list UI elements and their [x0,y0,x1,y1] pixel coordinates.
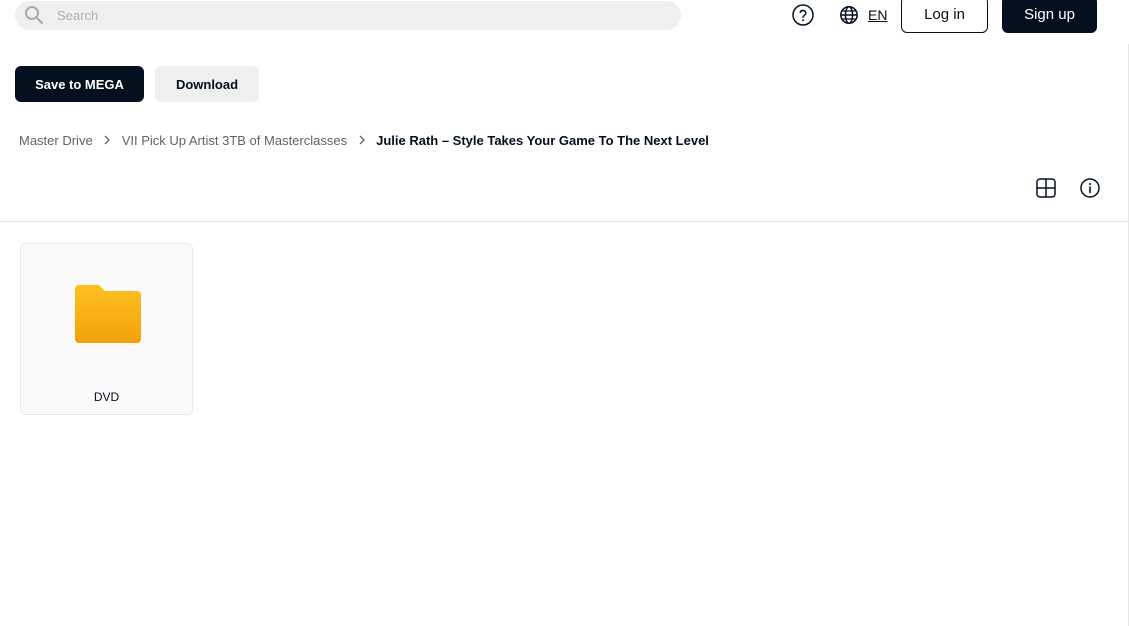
chevron-right-icon [347,135,376,145]
search-bar[interactable] [15,1,681,30]
save-to-mega-button[interactable]: Save to MEGA [15,66,144,102]
breadcrumb: Master Drive VII Pick Up Artist 3TB of M… [19,131,709,149]
chevron-right-icon [93,135,122,145]
breadcrumb-item-master-drive[interactable]: Master Drive [19,133,93,148]
login-button[interactable]: Log in [901,0,988,33]
breadcrumb-item-parent-folder[interactable]: VII Pick Up Artist 3TB of Masterclasses [122,133,347,148]
search-icon [25,6,43,24]
download-button[interactable]: Download [155,66,259,102]
folder-icon [75,285,141,343]
grid-view-icon[interactable] [1035,177,1057,199]
signup-button[interactable]: Sign up [1002,0,1097,33]
language-code: EN [868,7,888,23]
search-input[interactable] [57,1,657,30]
help-icon[interactable] [791,3,815,27]
folder-name: DVD [93,390,120,404]
info-icon[interactable] [1079,177,1101,199]
divider [0,221,1128,222]
breadcrumb-item-current: Julie Rath – Style Takes Your Game To Th… [376,132,709,148]
folder-item[interactable]: DVD [20,243,193,415]
language-selector[interactable]: EN [839,3,887,27]
globe-icon [840,6,858,24]
